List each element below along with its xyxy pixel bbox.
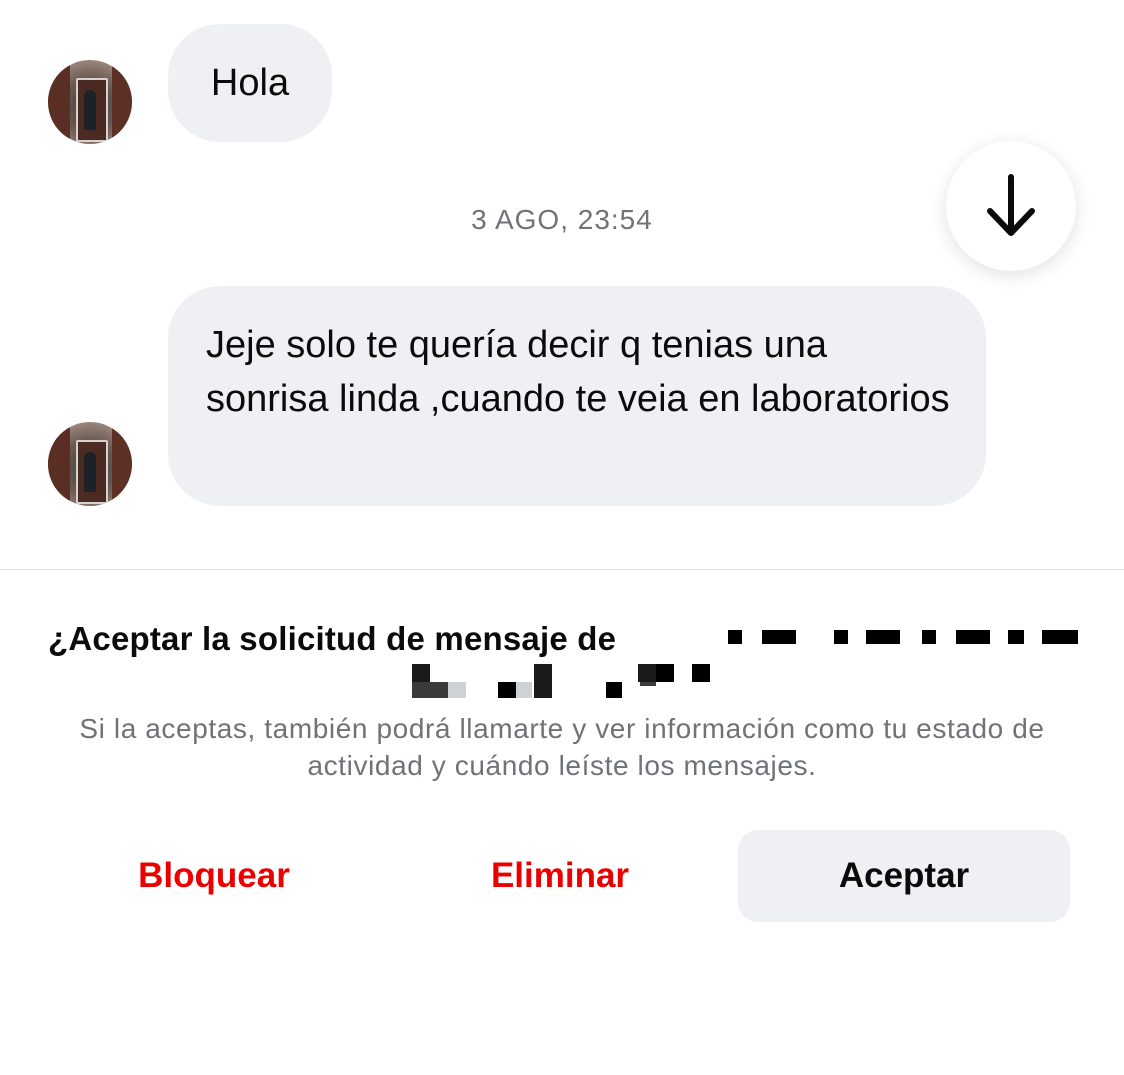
request-title: ¿Aceptar la solicitud de mensaje de <box>48 620 617 657</box>
message-bubble[interactable]: Hola <box>168 24 332 142</box>
accept-button[interactable]: Aceptar <box>738 830 1070 922</box>
arrow-down-icon <box>987 174 1035 236</box>
block-button[interactable]: Bloquear <box>110 830 318 922</box>
sender-avatar[interactable] <box>48 422 132 506</box>
delete-button[interactable]: Eliminar <box>458 830 662 922</box>
request-info-text: Si la aceptas, también podrá llamarte y … <box>79 713 1045 781</box>
message-text: Jeje solo te quería decir q tenias una s… <box>206 324 950 420</box>
scroll-to-bottom-button[interactable] <box>946 141 1076 271</box>
message-text: Hola <box>210 62 290 104</box>
message-bubble[interactable]: Jeje solo te quería decir q tenias una s… <box>168 286 986 506</box>
sender-avatar[interactable] <box>48 60 132 144</box>
divider <box>0 569 1124 570</box>
